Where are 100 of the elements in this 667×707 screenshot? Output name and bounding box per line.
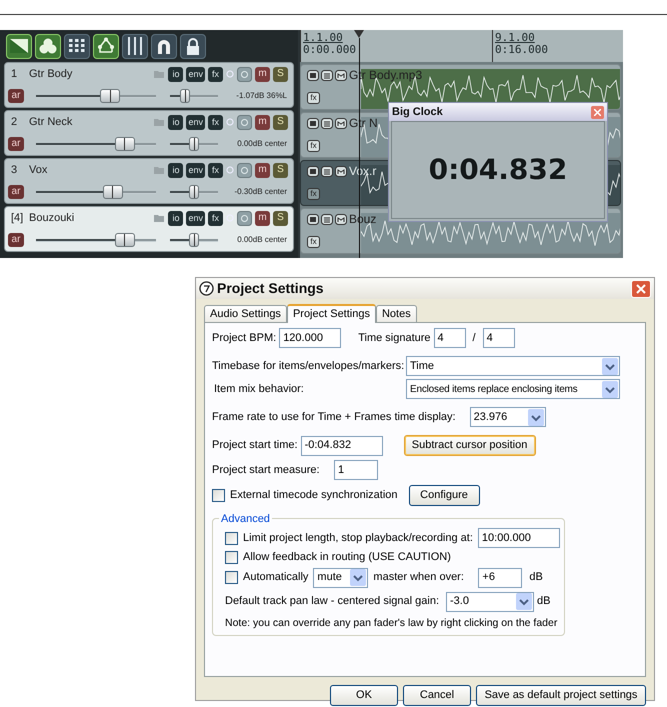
toolbar-button[interactable] [64,34,90,58]
item-icon[interactable] [307,166,319,176]
checkbox[interactable] [212,489,225,502]
toolbar-button[interactable] [6,34,32,58]
frame-rate-dropdown[interactable]: 23.976 [470,407,546,427]
fader-thumb[interactable] [114,137,135,151]
dialog-button[interactable]: Subtract cursor position [404,435,536,456]
dialog-button[interactable]: Cancel [403,685,471,706]
track-button[interactable]: fx [208,66,223,82]
playhead-marker-icon[interactable] [354,30,364,38]
track-button[interactable]: m [255,114,270,130]
record-arm-button[interactable]: ar [8,137,24,151]
routing-icon [97,37,115,55]
monitor-icon[interactable] [237,114,252,130]
tab[interactable]: Audio Settings [204,305,287,322]
track-panel[interactable]: 3 Vox io env fx m S ar -0.30dB center [4,158,294,204]
pan-fader[interactable] [170,137,218,151]
toolbar-button[interactable] [151,34,177,58]
start-time-field[interactable]: -0:04.832 [300,436,383,456]
denominator-field[interactable]: 4 [482,328,515,348]
track-button[interactable]: S [273,162,288,178]
volume-fader[interactable] [36,89,156,103]
fader-thumb[interactable] [189,185,199,199]
pan-fader[interactable] [170,233,218,247]
fader-thumb[interactable] [114,233,135,247]
toolbar-button[interactable] [35,34,61,58]
item-icon[interactable] [307,118,319,128]
close-button[interactable] [591,106,604,118]
record-arm-button[interactable]: ar [8,185,24,199]
record-arm-button[interactable]: ar [8,233,24,247]
numerator-field[interactable]: 4 [434,328,466,348]
m-icon[interactable] [335,166,347,176]
threshold-field[interactable]: +6 [478,568,522,588]
checkbox[interactable] [225,571,238,584]
track-button[interactable]: io [168,114,184,130]
item-icon[interactable] [307,70,319,80]
track-button[interactable]: fx [208,210,223,226]
monitor-icon[interactable] [237,162,252,178]
checkbox[interactable] [225,532,238,544]
track-button[interactable]: env [186,210,205,226]
m-icon[interactable] [335,214,347,224]
track-button[interactable]: m [255,162,270,178]
dialog-button[interactable]: Configure [408,485,480,506]
pan-law-dropdown[interactable]: -3.0 [446,592,534,612]
toolbar-button[interactable] [180,34,206,58]
m-icon[interactable] [335,70,347,80]
track-button[interactable]: fx [208,114,223,130]
tab[interactable]: Notes [376,305,417,322]
item-fx-button[interactable]: fx [307,92,320,104]
monitor-icon[interactable] [237,210,252,226]
pan-fader[interactable] [170,185,218,199]
track-button[interactable]: S [273,210,288,226]
volume-fader[interactable] [36,185,156,199]
volume-fader[interactable] [36,137,156,151]
dialog-button[interactable]: Save as default project settings [476,685,646,706]
track-button[interactable]: env [186,66,205,82]
track-button[interactable]: fx [208,162,223,178]
action-dropdown[interactable]: mute [313,568,368,588]
start-measure-field[interactable]: 1 [334,460,378,480]
lines-icon[interactable] [321,70,333,80]
fader-thumb[interactable] [180,89,190,103]
track-panel[interactable]: 2 Gtr Neck io env fx m S ar 0.00dB center [4,110,294,156]
track-panel[interactable]: 1 Gtr Body io env fx m S ar -1.07dB 36%L [4,62,294,108]
monitor-icon[interactable] [237,66,252,82]
track-button[interactable]: m [255,210,270,226]
dialog-button[interactable]: OK [330,685,398,706]
record-arm-button[interactable]: ar [8,89,24,103]
lines-icon[interactable] [321,118,333,128]
tab[interactable]: Project Settings [286,304,376,323]
bpm-field[interactable]: 120.000 [279,328,342,348]
track-button[interactable]: env [186,114,205,130]
track-button[interactable]: S [273,66,288,82]
limit-field[interactable]: 10:00.000 [478,528,560,548]
track-button[interactable]: io [168,210,184,226]
lines-icon[interactable] [321,166,333,176]
volume-fader[interactable] [36,233,156,247]
track-button[interactable]: S [273,114,288,130]
item-fx-button[interactable]: fx [307,140,320,152]
fader-thumb[interactable] [189,233,199,247]
fader-thumb[interactable] [102,185,123,199]
dialog-title: Project Settings [217,279,325,298]
track-panel[interactable]: [4] Bouzouki io env fx m S ar 0.00dB center [4,206,294,252]
close-button[interactable] [631,280,651,298]
item-fx-button[interactable]: fx [307,236,320,248]
lines-icon[interactable] [321,214,333,224]
fader-thumb[interactable] [189,137,199,151]
item-icon[interactable] [307,214,319,224]
item-fx-button[interactable]: fx [307,188,320,200]
timebase-dropdown[interactable]: Time [406,356,620,376]
track-button[interactable]: m [255,66,270,82]
toolbar-button[interactable] [122,34,148,58]
track-button[interactable]: io [168,162,184,178]
m-icon[interactable] [335,118,347,128]
pan-fader[interactable] [170,89,218,103]
track-button[interactable]: io [168,66,184,82]
toolbar-button[interactable] [93,34,119,58]
track-button[interactable]: env [186,162,205,178]
item-mix-dropdown[interactable]: Enclosed items replace enclosing items [406,379,620,399]
checkbox[interactable] [225,550,238,564]
fader-thumb[interactable] [100,89,120,103]
